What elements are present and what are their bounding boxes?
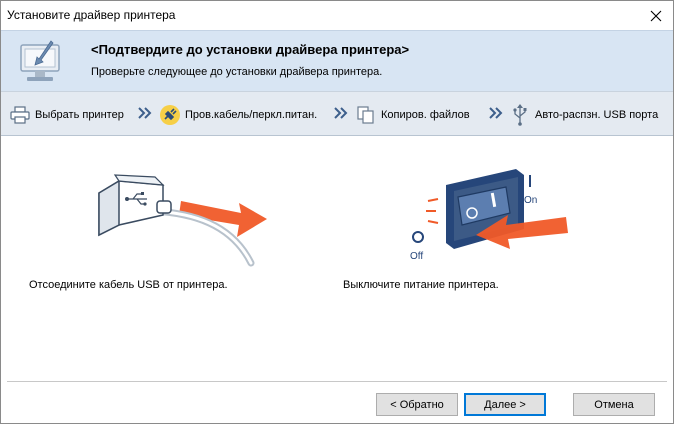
unplug-usb-caption: Отсоедините кабель USB от принтера. <box>29 279 228 291</box>
installer-window: Установите драйвер принтера <Подтвердите… <box>0 0 674 424</box>
cancel-button[interactable]: Отмена <box>573 393 655 416</box>
back-button[interactable]: < Обратно <box>376 393 458 416</box>
step-label: Выбрать принтер <box>35 108 124 121</box>
power-off-caption: Выключите питание принтера. <box>343 279 499 291</box>
installer-monitor-icon <box>17 37 67 85</box>
printer-icon <box>9 104 31 126</box>
switch-on-label: On <box>524 195 537 206</box>
step-label: Пров.кабель/перкл.питан. <box>185 108 318 121</box>
usb-icon <box>509 103 531 126</box>
footer-separator <box>7 381 667 382</box>
usb-cable-illustration <box>91 163 271 273</box>
header-title: <Подтвердите до установки драйвера принт… <box>91 42 410 57</box>
window-title: Установите драйвер принтера <box>7 8 176 22</box>
step-copy-files: Копиров. файлов <box>355 92 470 137</box>
copy-files-icon <box>355 104 377 126</box>
step-arrow-icon <box>489 107 503 119</box>
step-arrow-icon <box>138 107 152 119</box>
title-bar: Установите драйвер принтера <box>1 1 673 30</box>
power-switch-illustration: On Off <box>406 167 576 277</box>
steps-bar: Выбрать принтер Пров.кабель/перкл.питан. <box>1 91 673 136</box>
next-button[interactable]: Далее > <box>464 393 546 416</box>
switch-off-label: Off <box>410 251 423 262</box>
step-label: Копиров. файлов <box>381 108 470 121</box>
step-usb-detect: Авто-распзн. USB порта <box>509 92 658 137</box>
step-select-printer: Выбрать принтер <box>9 92 124 137</box>
step-label: Авто-распзн. USB порта <box>535 108 659 121</box>
plug-icon <box>159 104 181 126</box>
step-check-cable: Пров.кабель/перкл.питан. <box>159 92 317 137</box>
step-arrow-icon <box>334 107 348 119</box>
header-subtitle: Проверьте следующее до установки драйвер… <box>91 66 383 78</box>
header-banner: <Подтвердите до установки драйвера принт… <box>1 30 673 91</box>
close-icon[interactable] <box>639 1 673 30</box>
content-area: Отсоедините кабель USB от принтера. On O… <box>1 137 673 381</box>
